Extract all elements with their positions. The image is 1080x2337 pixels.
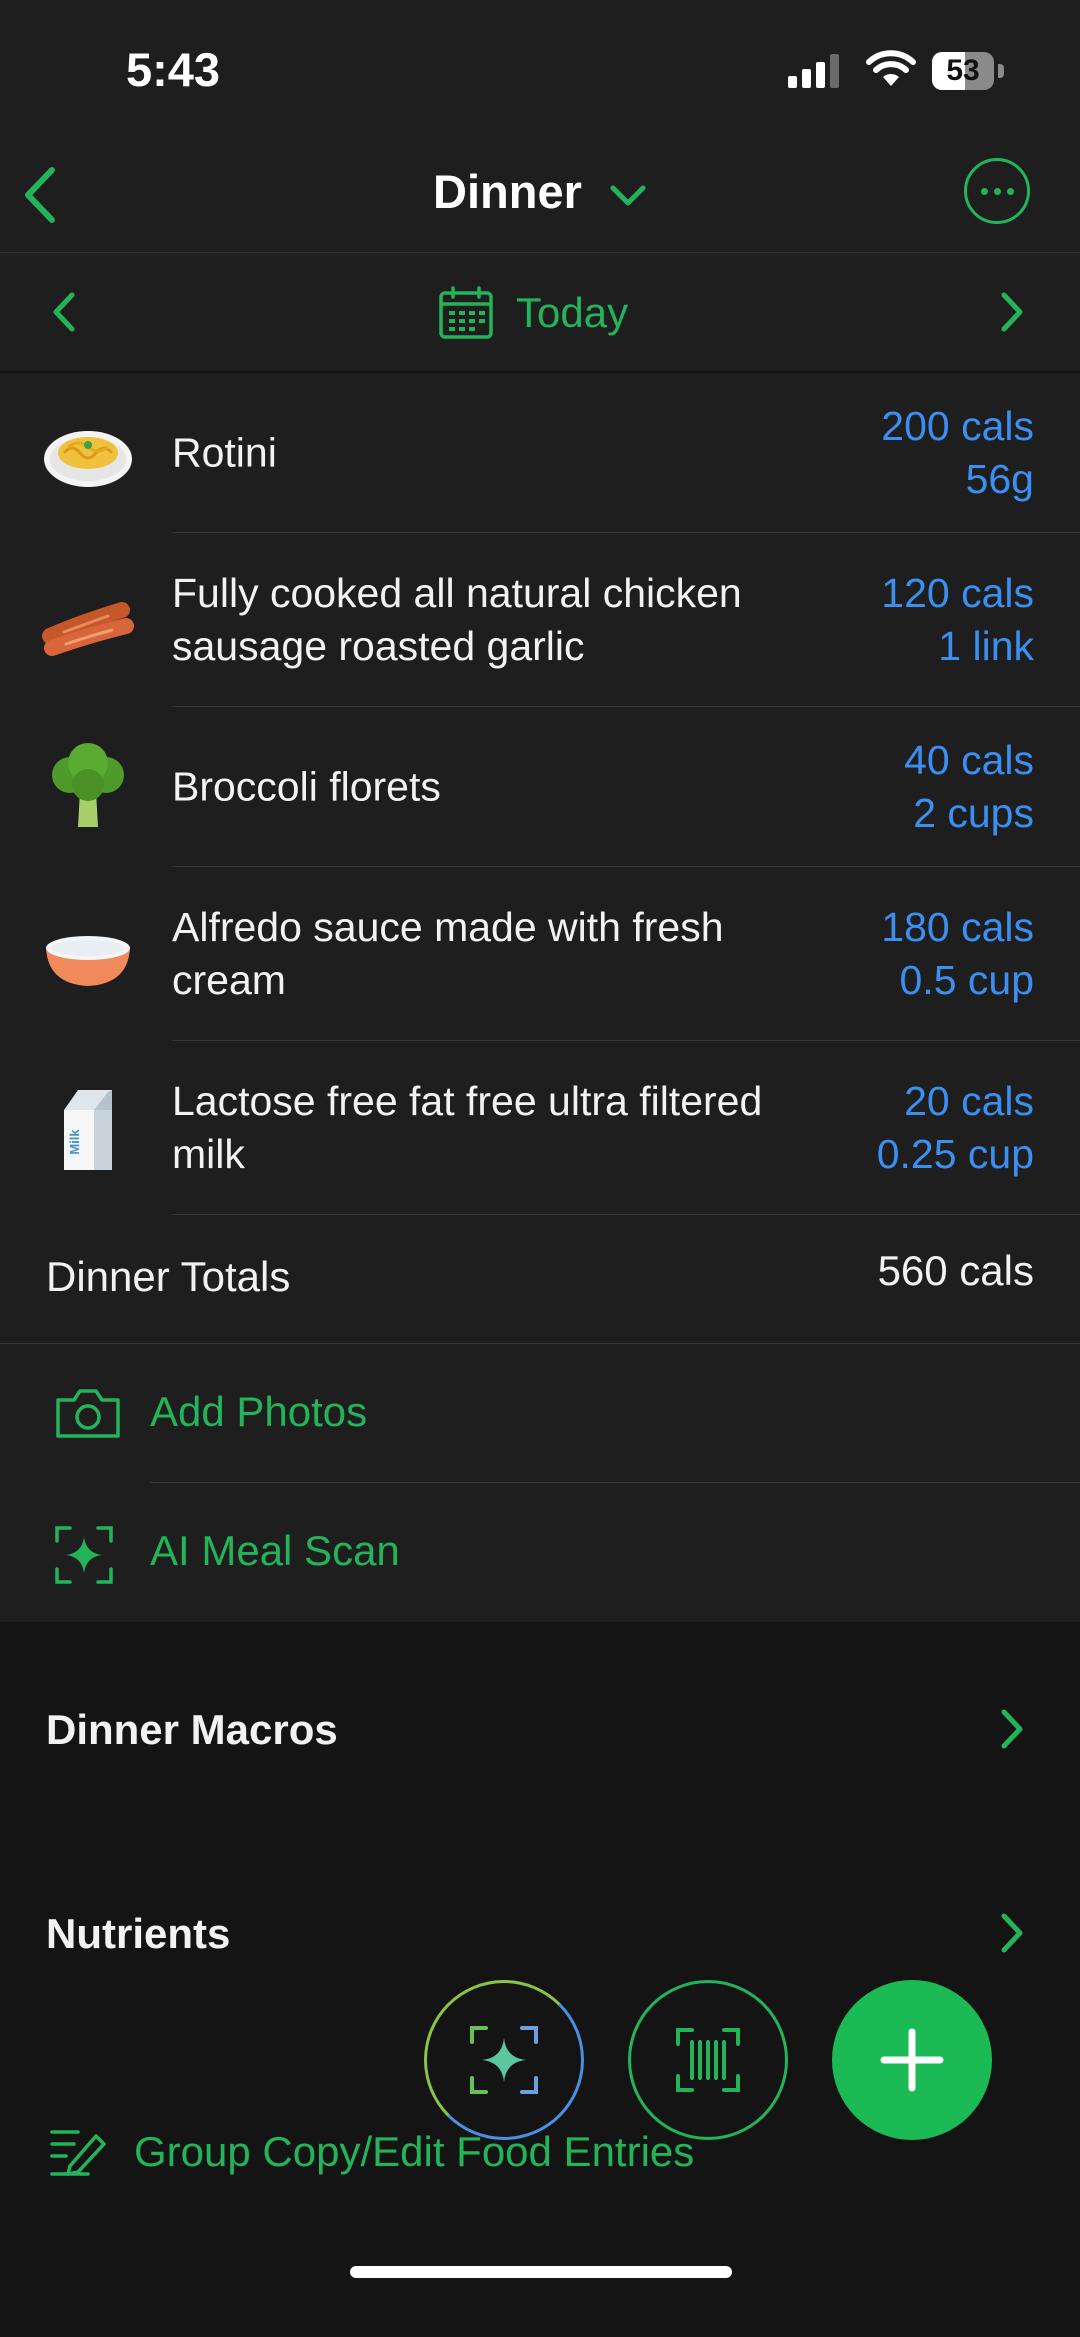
navigation-bar: Dinner [0,140,1080,253]
food-name: Fully cooked all natural chicken sausage… [172,570,742,669]
food-calories: 120 cals [881,570,1034,616]
food-name: Rotini [172,429,277,476]
food-entry-list: Rotini 200 cals 56g Fully cooked all nat… [0,373,1080,1622]
food-amount: 1 link [938,623,1034,669]
add-photos-label: Add Photos [150,1388,368,1435]
food-amount: 2 cups [913,790,1034,836]
ai-meal-scan-label: AI Meal Scan [150,1527,400,1574]
bowl-icon [46,936,130,986]
chevron-right-icon [1001,1709,1023,1749]
previous-day-chevron-icon[interactable] [50,291,78,333]
food-calories: 40 cals [904,737,1034,783]
sausage-icon [42,602,134,656]
barcode-scan-fab[interactable] [628,1980,788,2140]
ai-sparkle-scan-icon [55,1526,113,1584]
barcode-icon [676,2028,740,2092]
status-bar: 5:43 53 [0,0,1080,140]
group-copy-edit-button[interactable]: Group Copy/Edit Food Entries [48,2124,694,2180]
edit-list-icon [50,2130,106,2176]
add-food-fab[interactable] [832,1980,992,2140]
more-options-button[interactable] [964,158,1030,224]
food-amount: 0.25 cup [876,1131,1034,1177]
meal-title-dropdown[interactable]: Dinner [0,164,1080,219]
home-indicator [350,2266,732,2278]
ai-sparkle-scan-icon [470,2026,538,2094]
food-amount: 56g [965,456,1034,502]
dinner-macros-label: Dinner Macros [46,1706,338,1753]
food-amount: 0.5 cup [899,957,1035,1003]
camera-icon [56,1389,120,1438]
food-entry-row[interactable]: Broccoli florets 40 cals 2 cups [0,707,1080,867]
date-label: Today [516,289,629,336]
food-calories: 20 cals [904,1078,1034,1124]
ai-meal-scan-button[interactable]: AI Meal Scan [0,1483,1080,1622]
battery-level: 53 [946,54,980,87]
milk-carton-icon: Milk [64,1090,112,1170]
group-copy-label: Group Copy/Edit Food Entries [134,2128,695,2175]
plus-icon [880,2028,944,2092]
dinner-totals-row: Dinner Totals 560 cals [0,1215,1080,1344]
svg-text:Milk: Milk [67,1129,82,1155]
food-entry-row[interactable]: Milk Lactose free fat free ultra filtere… [0,1041,1080,1215]
broccoli-icon [52,743,124,827]
date-picker-button[interactable]: Today [438,285,628,341]
nutrients-label: Nutrients [46,1910,231,1957]
battery-icon: 53 [932,52,1004,90]
food-entry-row[interactable]: Alfredo sauce made with fresh cream 180 … [0,867,1080,1041]
food-name: Alfredo sauce made with fresh cream [172,904,724,1003]
food-entry-row[interactable]: Rotini 200 cals 56g [0,373,1080,533]
status-time: 5:43 [126,43,221,96]
cellular-signal-icon [788,54,839,88]
food-calories: 200 cals [881,403,1034,449]
calendar-icon [439,286,493,339]
nutrients-row[interactable]: Nutrients [0,1884,1080,1984]
date-selector: Today [0,253,1080,371]
chevron-right-icon [1001,1913,1023,1953]
pasta-icon [44,431,132,487]
totals-label: Dinner Totals [46,1253,291,1300]
wifi-icon [866,50,916,86]
food-name: Broccoli florets [172,763,441,810]
ai-scan-fab[interactable] [424,1980,584,2140]
food-calories: 180 cals [881,904,1034,950]
dinner-macros-row[interactable]: Dinner Macros [0,1680,1080,1780]
food-entry-row[interactable]: Fully cooked all natural chicken sausage… [0,533,1080,707]
chevron-down-icon [610,185,646,206]
totals-value: 560 cals [877,1247,1034,1294]
page-title: Dinner [433,165,582,218]
next-day-chevron-icon[interactable] [998,291,1026,333]
add-photos-button[interactable]: Add Photos [0,1344,1080,1483]
food-name: Lactose free fat free ultra filtered mil… [172,1078,763,1177]
